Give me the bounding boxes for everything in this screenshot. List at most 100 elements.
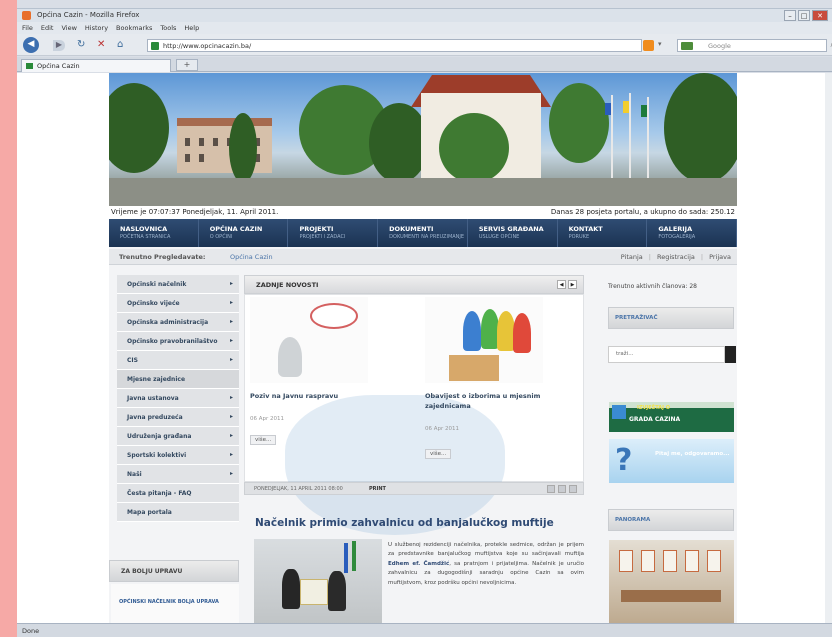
email-icon[interactable] <box>569 485 577 493</box>
print-icon[interactable] <box>558 485 566 493</box>
menu-history[interactable]: History <box>85 24 108 32</box>
site-search-button[interactable] <box>725 346 736 363</box>
sidebar-item-nasi[interactable]: Naši ▸ <box>117 465 239 484</box>
home-icon[interactable]: ⌂ <box>117 40 123 50</box>
close-button[interactable]: ✕ <box>812 10 828 21</box>
panorama-header: PANORAMA <box>608 509 734 531</box>
sidebar-item-faq[interactable]: Česta pitanja - FAQ <box>117 484 239 503</box>
nav-item-opcina-cazin[interactable]: OPĆINA CAZIN O OPĆINI <box>199 219 289 247</box>
new-tab-button[interactable]: + <box>176 59 198 71</box>
menu-edit[interactable]: Edit <box>41 24 54 32</box>
sidebar-item-opcinski-nacelnik[interactable]: Općinski načelnik ▸ <box>117 275 239 294</box>
page-viewport: Vrijeme je 07:07:37 Ponedjeljak, 11. Apr… <box>17 73 832 625</box>
nav-item-dokumenti[interactable]: DOKUMENTI DOKUMENTI NA PREUZIMANJE <box>378 219 468 247</box>
main-navigation: NASLOVNICA POČETNA STRANICA OPĆINA CAZIN O… <box>109 219 738 247</box>
read-more-button[interactable]: više... <box>250 435 277 445</box>
nav-item-naslovnica[interactable]: NASLOVNICA POČETNA STRANICA <box>109 219 199 247</box>
menu-help[interactable]: Help <box>184 24 199 32</box>
sidebar-item-label: Općinsko vijeće <box>127 300 180 307</box>
speech-bubble-icon <box>310 303 358 329</box>
menu-bookmarks[interactable]: Bookmarks <box>116 24 152 32</box>
nav-item-projekti[interactable]: PROJEKTI PROJEKTI I ZADACI <box>288 219 379 247</box>
izbori-banner-line1: IZVJEŠTAJ O <box>637 405 670 411</box>
site-search-input[interactable]: traži... <box>608 346 725 363</box>
nav-subtitle: DOKUMENTI NA PREUZIMANJE <box>389 234 465 240</box>
plaque-image <box>300 579 328 605</box>
nav-subtitle: USLUGE OPĆINE <box>478 234 520 240</box>
link-registracija[interactable]: Registracija <box>657 253 695 261</box>
bolja-uprava-banner[interactable]: OPĆINSKI NAČELNIK BOLJA UPRAVA <box>111 584 239 623</box>
maximize-button[interactable]: □ <box>798 10 810 21</box>
site-search-placeholder: traži... <box>616 351 634 357</box>
sidebar-item-javna-ustanova[interactable]: Javna ustanova ▸ <box>117 389 239 408</box>
sidebar-item-mjesne-zajednice[interactable]: Mjesne zajednice <box>117 370 239 389</box>
sidebar-item-label: Javna ustanova <box>127 395 179 402</box>
prev-arrow-icon[interactable]: ◀ <box>557 280 566 289</box>
search-header-label: PRETRAŽIVAČ <box>615 315 658 321</box>
menu-view[interactable]: View <box>61 24 76 32</box>
search-box[interactable]: Google ⌕ <box>677 39 832 52</box>
nav-item-kontakt[interactable]: KONTAKT PORUKE <box>558 219 648 247</box>
address-bar[interactable]: http://www.opcinacazin.ba/ <box>147 39 642 52</box>
menu-tools[interactable]: Tools <box>160 24 176 32</box>
breadcrumb-current[interactable]: Općina Cazin <box>230 253 273 261</box>
banner-building-left <box>177 118 272 173</box>
nav-item-galerija[interactable]: GALERIJA FOTOGALERIJA <box>647 219 738 247</box>
tab-label: Općina Cazin <box>37 62 80 70</box>
arrow-right-icon: ▸ <box>229 432 233 439</box>
sidebar-item-administracija[interactable]: Općinska administracija ▸ <box>117 313 239 332</box>
sidebar-item-label: Česta pitanja - FAQ <box>127 490 192 497</box>
sidebar-item-javna-preduzeca[interactable]: Javna preduzeća ▸ <box>117 408 239 427</box>
feature-headline[interactable]: Načelnik primio zahvalnicu od banjalučko… <box>255 517 554 529</box>
feature-photo[interactable] <box>254 539 382 625</box>
sidebar-item-label: CIS <box>127 357 138 364</box>
feature-text-name: Edhem ef. Čamdžić <box>388 560 450 567</box>
menu-file[interactable]: File <box>22 24 33 32</box>
vertical-scrollbar[interactable] <box>825 73 832 623</box>
link-pitanja[interactable]: Pitanja <box>621 253 643 261</box>
sidebar-item-label: Udruženja građana <box>127 433 192 440</box>
left-sidebar-menu: Općinski načelnik ▸ Općinsko vijeće ▸ Opći… <box>117 275 239 522</box>
nav-subtitle: FOTOGALERIJA <box>658 234 696 240</box>
nav-item-servis-gradana[interactable]: SERVIS GRAĐANA USLUGE OPĆINE <box>468 219 558 247</box>
article-title[interactable]: Obavijest o izborima u mjesnim zajednica… <box>425 391 550 411</box>
nav-subtitle: PROJEKTI I ZADACI <box>299 234 346 240</box>
pdf-icon[interactable] <box>547 485 555 493</box>
news-image-ballot[interactable] <box>425 297 543 383</box>
tab-opcina-cazin[interactable]: Općina Cazin <box>21 59 171 72</box>
window-title: Općina Cazin - Mozilla Firefox <box>37 11 140 19</box>
next-arrow-icon[interactable]: ▶ <box>568 280 577 289</box>
news-footer-date: PONEDJELJAK, 11 APRIL 2011 08:00 <box>254 486 343 492</box>
read-more-button[interactable]: više... <box>425 449 452 459</box>
rss-icon[interactable] <box>643 40 654 51</box>
izbori-banner[interactable]: IZVJEŠTAJ O GRADA CAZINA <box>609 402 734 432</box>
sidebar-item-udruzenja[interactable]: Udruženja građana ▸ <box>117 427 239 446</box>
news-image-speech[interactable] <box>250 297 368 383</box>
forward-button[interactable]: ▶ <box>53 40 65 51</box>
panorama-photo[interactable] <box>609 540 734 625</box>
bolja-uprava-label: ZA BOLJU UPRAVU <box>121 568 183 575</box>
arrow-right-icon: ▸ <box>229 337 233 344</box>
back-button[interactable]: ◀ <box>23 37 39 53</box>
arrow-right-icon: ▸ <box>229 451 233 458</box>
print-link[interactable]: PRINT <box>369 486 386 492</box>
sidebar-item-pravobranilastvo[interactable]: Općinsko pravobranilaštvo ▸ <box>117 332 239 351</box>
sidebar-item-label: Općinska administracija <box>127 319 209 326</box>
pitaj-banner[interactable]: ? Pitaj me, odgovaramo... <box>609 439 734 483</box>
url-dropdown-icon[interactable]: ▾ <box>658 40 662 48</box>
stop-icon[interactable]: ✕ <box>97 40 105 50</box>
ticker-datetime: Vrijeme je 07:07:37 Ponedjeljak, 11. Apr… <box>111 208 279 216</box>
minimize-button[interactable]: – <box>784 10 796 21</box>
link-prijava[interactable]: Prijava <box>709 253 731 261</box>
sidebar-item-sportski-kolektivi[interactable]: Sportski kolektivi ▸ <box>117 446 239 465</box>
bolja-uprava-banner-text: OPĆINSKI NAČELNIK BOLJA UPRAVA <box>119 599 219 605</box>
breadcrumb: Trenutno Pregledavate: Općina Cazin Pita… <box>109 249 737 265</box>
title-bar: Općina Cazin - Mozilla Firefox – □ ✕ <box>17 8 832 22</box>
sidebar-item-mapa-portala[interactable]: Mapa portala <box>117 503 239 522</box>
sidebar-item-cis[interactable]: CIS ▸ <box>117 351 239 370</box>
reload-icon[interactable]: ↻ <box>77 40 85 50</box>
search-placeholder: Google <box>708 42 731 50</box>
sidebar-item-opcinsko-vijece[interactable]: Općinsko vijeće ▸ <box>117 294 239 313</box>
status-text: Done <box>22 627 40 635</box>
article-title[interactable]: Poziv na Javnu raspravu <box>250 391 370 401</box>
